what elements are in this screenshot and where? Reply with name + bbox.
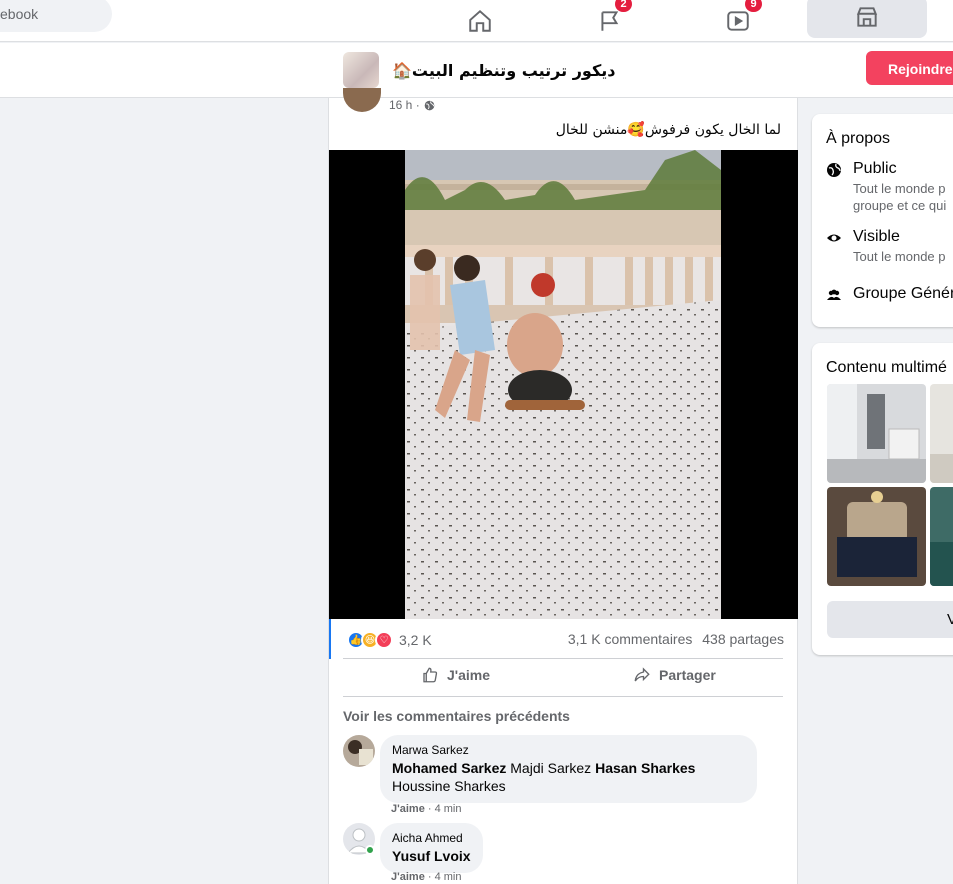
public-description-line: groupe et ce qui (853, 198, 947, 213)
comment-like-button[interactable]: J'aime (391, 871, 425, 883)
media-title: Contenu multimé (826, 359, 947, 376)
mention[interactable]: Yusuf Lvoix (392, 848, 471, 864)
comment-time[interactable]: · 4 min (428, 803, 462, 815)
public-title: Public (853, 160, 897, 177)
post-meta: 16 h · (389, 98, 435, 112)
like-label: J'aime (447, 667, 491, 683)
flag-icon (601, 11, 619, 31)
group-icon (827, 289, 841, 300)
mention[interactable]: Hasan Sharkes (595, 760, 695, 776)
marketplace-icon (856, 7, 878, 27)
comment-actions: J'aime · 4 min (391, 803, 462, 815)
love-reaction-icon: ♡ (375, 631, 393, 649)
comment-actions: J'aime · 4 min (391, 871, 462, 883)
eye-icon (827, 234, 841, 242)
comment-text-part: Houssine Sharkes (392, 778, 506, 794)
notification-badge: 2 (615, 0, 632, 12)
share-button[interactable]: Partager (633, 666, 716, 684)
online-status-indicator (365, 845, 375, 855)
comment-text: Mohamed Sarkez Majdi Sarkez Hasan Sharke… (392, 759, 745, 795)
share-icon (634, 667, 650, 682)
about-title: À propos (826, 130, 891, 147)
post-author-avatar[interactable] (343, 88, 381, 112)
share-label: Partager (659, 667, 716, 683)
comment: Marwa Sarkez Mohamed Sarkez Majdi Sarkez… (343, 735, 783, 817)
video-frame (405, 150, 721, 619)
home-tab[interactable] (450, 0, 510, 42)
video-player[interactable] (329, 150, 798, 619)
shares-count[interactable]: 438 partages (702, 631, 784, 647)
visible-description: Tout le monde p (853, 249, 946, 264)
about-card: À propos Public Tout le monde p groupe et… (812, 114, 953, 327)
reaction-count: 3,2 K (399, 632, 432, 648)
group-name[interactable]: ديكور ترتيب وتنظيم البيت🏠 (392, 61, 615, 80)
divider (343, 658, 783, 659)
globe-icon (827, 163, 841, 177)
comment-like-button[interactable]: J'aime (391, 803, 425, 815)
mention[interactable]: Mohamed Sarkez (392, 760, 506, 776)
comment-author[interactable]: Aicha Ahmed (392, 831, 471, 845)
divider (343, 696, 783, 697)
view-previous-comments-link[interactable]: Voir les commentaires précédents (343, 708, 570, 724)
media-thumbnail[interactable] (827, 487, 926, 586)
marketplace-tab[interactable] (807, 0, 927, 38)
public-description: Tout le monde p groupe et ce qui (853, 180, 953, 214)
comments-count[interactable]: 3,1 K commentaires (568, 631, 693, 647)
visible-title: Visible (853, 228, 900, 245)
comment-text-part: Majdi Sarkez (506, 760, 596, 776)
comment-text: Yusuf Lvoix (392, 847, 471, 865)
media-card: Contenu multimé V (812, 343, 953, 655)
like-button[interactable]: J'aime (421, 666, 490, 684)
media-thumbnail[interactable] (930, 384, 953, 483)
video-scene (405, 150, 721, 619)
post-card: 16 h · لما الخال يكون فرفوش🥰منشن للخال 👍… (328, 88, 798, 884)
home-icon (469, 9, 491, 32)
group-header: ديكور ترتيب وتنظيم البيت🏠 Rejoindre (0, 43, 953, 98)
globe-icon (424, 100, 434, 110)
reactions-summary[interactable]: 👍 😆 ♡ 3,2 K (347, 631, 432, 649)
top-navigation: ebook 2 9 (0, 0, 953, 42)
notification-badge: 9 (745, 0, 762, 12)
media-thumbnail[interactable] (827, 384, 926, 483)
watch-tab[interactable]: 9 (708, 0, 768, 42)
group-thumbnail[interactable] (343, 52, 379, 88)
see-all-media-button[interactable]: V (827, 601, 953, 638)
public-description-line: Tout le monde p (853, 181, 946, 196)
general-group-title: Groupe Génér (853, 285, 953, 302)
search-input[interactable]: ebook (0, 0, 112, 32)
post-time[interactable]: 16 h · (389, 98, 420, 112)
comment-bubble: Aicha Ahmed Yusuf Lvoix (380, 823, 483, 873)
post-text: لما الخال يكون فرفوش🥰منشن للخال (555, 122, 781, 138)
commenter-avatar[interactable] (343, 735, 375, 767)
media-thumbnail[interactable] (930, 487, 953, 586)
comment-author[interactable]: Marwa Sarkez (392, 743, 745, 757)
video-icon (727, 11, 749, 31)
join-group-button[interactable]: Rejoindre (866, 51, 953, 85)
post-stats: 👍 😆 ♡ 3,2 K 3,1 K commentaires 438 parta… (329, 619, 798, 659)
thumbs-up-icon (423, 667, 438, 683)
comment-bubble: Marwa Sarkez Mohamed Sarkez Majdi Sarkez… (380, 735, 757, 803)
comment-time[interactable]: · 4 min (428, 871, 462, 883)
pages-tab[interactable]: 2 (580, 0, 640, 42)
comment: Aicha Ahmed Yusuf Lvoix J'aime · 4 min (343, 823, 783, 884)
